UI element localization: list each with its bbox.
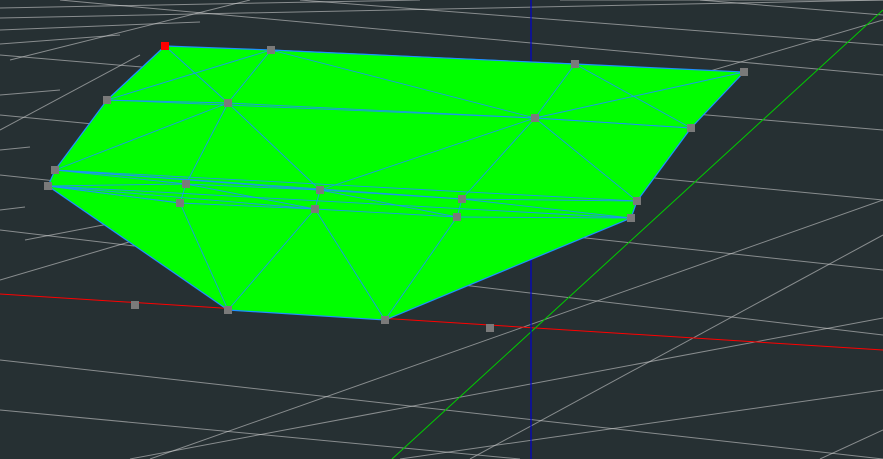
mesh-surface[interactable] <box>47 45 746 321</box>
vertex-handle[interactable] <box>51 166 59 174</box>
stray-vertex-handle[interactable] <box>131 301 139 309</box>
grid-line <box>399 389 883 459</box>
vertex-handle[interactable] <box>311 205 319 213</box>
vertex-handle[interactable] <box>740 68 748 76</box>
vertex-handle[interactable] <box>633 197 641 205</box>
vertex-handle[interactable] <box>176 199 184 207</box>
grid-line <box>0 206 26 211</box>
grid-line <box>0 359 883 459</box>
grid-line <box>0 89 61 96</box>
vertex-handle[interactable] <box>531 114 539 122</box>
vertex-handle[interactable] <box>453 213 461 221</box>
grid-line <box>0 0 883 19</box>
grid-line <box>819 429 883 459</box>
grid-line <box>0 146 31 151</box>
grid-line <box>0 409 521 459</box>
terrain-mesh[interactable] <box>47 45 746 321</box>
vertex-handle[interactable] <box>627 214 635 222</box>
vertex-handle[interactable] <box>224 306 232 314</box>
grid-line <box>469 234 883 459</box>
vertex-handle[interactable] <box>458 195 466 203</box>
stray-vertex-handle[interactable] <box>486 324 494 332</box>
grid-line <box>129 317 883 459</box>
grid-line <box>0 21 201 31</box>
vertex-handle[interactable] <box>44 182 52 190</box>
grid-line <box>0 34 121 45</box>
vertex-handle[interactable] <box>267 46 275 54</box>
selected-vertex-handle[interactable] <box>161 42 169 50</box>
vertex-handle[interactable] <box>381 316 389 324</box>
vertex-handle[interactable] <box>316 186 324 194</box>
scene-canvas[interactable] <box>0 0 883 459</box>
vertex-handle[interactable] <box>224 99 232 107</box>
vertex-handle[interactable] <box>571 60 579 68</box>
grid-line <box>299 0 883 46</box>
vertex-handle[interactable] <box>182 180 190 188</box>
vertex-handle[interactable] <box>103 96 111 104</box>
vertex-handle[interactable] <box>687 124 695 132</box>
3d-viewport[interactable] <box>0 0 883 459</box>
